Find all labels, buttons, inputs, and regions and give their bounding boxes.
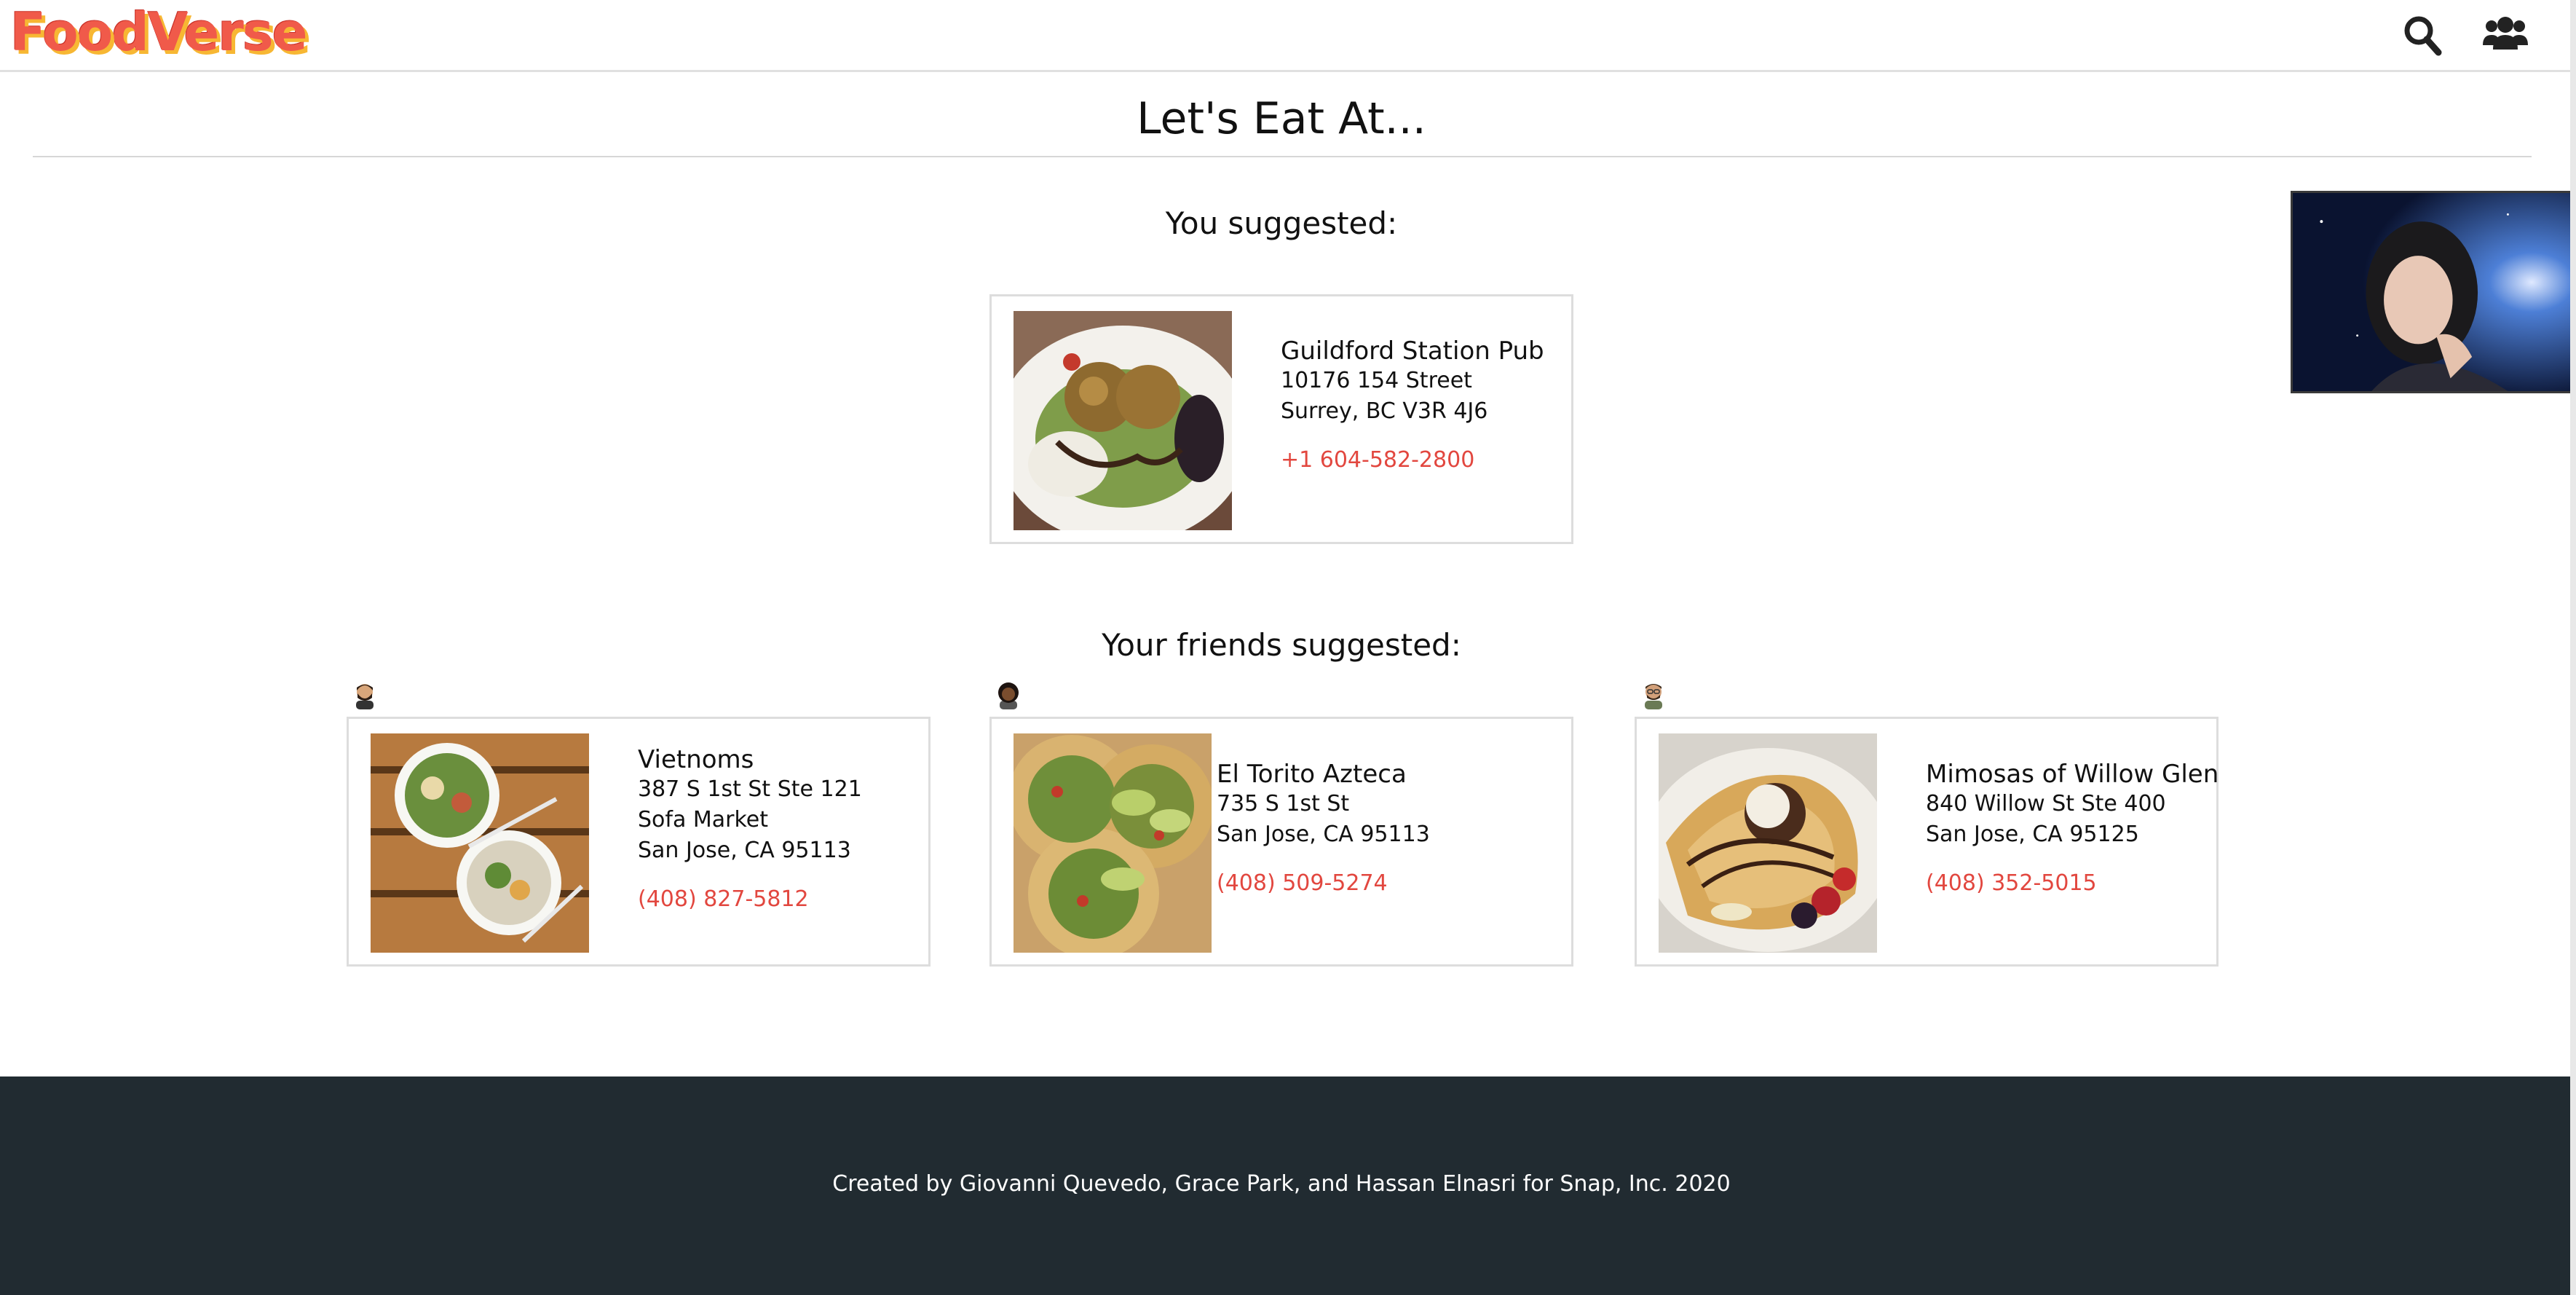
restaurant-card-mimosas-of-willow-glen[interactable]: Mimosas of Willow Glen 840 Willow St Ste… xyxy=(1635,717,2219,967)
address-line: San Jose, CA 95113 xyxy=(1217,822,1430,847)
webcam-video-overlay[interactable] xyxy=(2291,191,2576,393)
address-line: 387 S 1st St Ste 121 xyxy=(638,776,862,802)
friend-avatar xyxy=(352,680,377,709)
friend-avatar xyxy=(996,680,1021,709)
restaurant-info: Mimosas of Willow Glen 840 Willow St Ste… xyxy=(1926,760,2219,896)
phone-link[interactable]: (408) 352-5015 xyxy=(1926,870,2219,896)
phone-link[interactable]: (408) 827-5812 xyxy=(638,886,862,912)
foodverse-logo[interactable]: FoodVerse xyxy=(10,1,308,63)
restaurant-card-guildford[interactable]: Guildford Station Pub 10176 154 Street S… xyxy=(989,294,1573,544)
restaurant-photo xyxy=(1014,311,1232,530)
you-suggested-heading: You suggested: xyxy=(1165,205,1398,241)
restaurant-info: El Torito Azteca 735 S 1st St San Jose, … xyxy=(1217,760,1430,896)
address-line: San Jose, CA 95125 xyxy=(1926,822,2139,847)
title-divider xyxy=(33,156,2532,157)
friend-avatar xyxy=(1641,680,1666,709)
restaurant-name: Mimosas of Willow Glen xyxy=(1926,760,2219,789)
friends-suggested-heading: Your friends suggested: xyxy=(1102,627,1461,663)
restaurant-name: El Torito Azteca xyxy=(1217,760,1407,789)
restaurant-name: Vietnoms xyxy=(638,745,754,774)
phone-link[interactable]: (408) 509-5274 xyxy=(1217,870,1430,896)
search-icon[interactable] xyxy=(2403,13,2442,57)
restaurant-info: Vietnoms 387 S 1st St Ste 121 Sofa Marke… xyxy=(638,745,862,912)
address-line: 10176 154 Street xyxy=(1281,368,1472,393)
address-line: 735 S 1st St xyxy=(1217,791,1350,816)
phone-link[interactable]: +1 604-582-2800 xyxy=(1281,447,1544,473)
footer-credits: Created by Giovanni Quevedo, Grace Park,… xyxy=(832,1171,1731,1197)
page-title: Let's Eat At... xyxy=(1137,93,1426,144)
restaurant-photo xyxy=(371,733,589,953)
restaurant-photo xyxy=(1014,733,1212,953)
top-navbar: FoodVerse xyxy=(0,0,2570,72)
address-line: Sofa Market xyxy=(638,807,769,832)
address-line: San Jose, CA 95113 xyxy=(638,838,851,863)
restaurant-photo xyxy=(1659,733,1877,953)
address-line: Surrey, BC V3R 4J6 xyxy=(1281,398,1488,424)
window-edge xyxy=(2570,0,2576,1295)
restaurant-info: Guildford Station Pub 10176 154 Street S… xyxy=(1281,336,1544,473)
restaurant-name: Guildford Station Pub xyxy=(1281,336,1544,366)
page-footer: Created by Giovanni Quevedo, Grace Park,… xyxy=(0,1076,2570,1295)
address-line: 840 Willow St Ste 400 xyxy=(1926,791,2166,816)
restaurant-card-el-torito-azteca[interactable]: El Torito Azteca 735 S 1st St San Jose, … xyxy=(989,717,1573,967)
restaurant-card-vietnoms[interactable]: Vietnoms 387 S 1st St Ste 121 Sofa Marke… xyxy=(347,717,931,967)
friends-icon[interactable] xyxy=(2481,13,2529,57)
